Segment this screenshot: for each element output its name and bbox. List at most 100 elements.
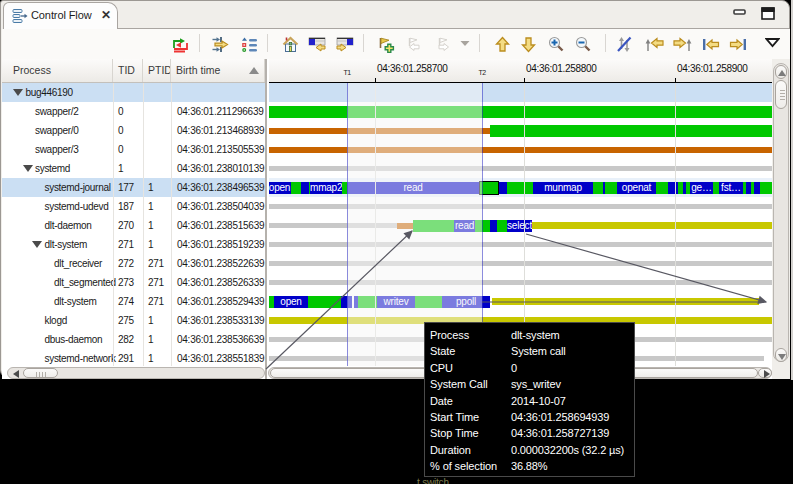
process-row-swapper/3[interactable]: swapper/3004:36:01.213505539 — [2, 140, 265, 159]
select-next-state-change-button[interactable] — [334, 33, 354, 55]
scroll-left-icon[interactable] — [13, 370, 19, 378]
state-segment-syscall-mmap2[interactable]: mmap2 — [310, 182, 342, 195]
timeline-row[interactable]: openwritevppoll — [269, 292, 772, 311]
state-segment-unknown[interactable] — [269, 166, 772, 171]
state-segment-usermode[interactable] — [291, 182, 301, 195]
timeline-row[interactable] — [269, 197, 772, 216]
time-ruler[interactable]: 04:36:01.25870004:36:01.25880004:36:01.2… — [269, 59, 772, 83]
expanded-triangle-icon[interactable] — [23, 165, 33, 172]
previous-marker-button[interactable] — [402, 33, 422, 55]
timeline-row[interactable] — [269, 273, 772, 292]
tree-hscroll-thumb[interactable] — [23, 368, 58, 378]
state-segment-usermode[interactable] — [490, 125, 772, 138]
column-header-process[interactable]: Process — [2, 59, 113, 82]
column-header-ptid[interactable]: PTID — [143, 59, 171, 82]
tab-control-flow[interactable]: Control Flow ✕ — [3, 2, 118, 29]
process-row-dlt_receiver[interactable]: dlt_receiver27227104:36:01.238522639 — [2, 254, 265, 273]
process-row-dbus-daemon[interactable]: dbus-daemon282104:36:01.238536639 — [2, 330, 265, 349]
process-row-swapper/2[interactable]: swapper/2004:36:01.211296639 — [2, 102, 265, 121]
timeline-row[interactable]: readselect — [269, 216, 772, 235]
add-bookmark-button[interactable] — [375, 33, 395, 55]
state-segment-wait_blocked[interactable] — [532, 222, 772, 229]
process-row-systemd[interactable]: systemd104:36:01.238010139 — [2, 159, 265, 178]
timeline-row[interactable] — [269, 159, 772, 178]
select-prev-state-change-button[interactable] — [306, 33, 326, 55]
chart-vscroll-thumb[interactable] — [775, 80, 787, 109]
state-segment-syscall-open[interactable]: open — [274, 296, 308, 309]
process-row-dlt_segmented[interactable]: dlt_segmented27327104:36:01.238526339 — [2, 273, 265, 292]
state-segment-syscall-open[interactable]: open — [269, 182, 291, 195]
timeline-row[interactable] — [269, 83, 772, 102]
move-down-button[interactable] — [518, 33, 538, 55]
follow-cpu-backward-button[interactable] — [643, 33, 663, 55]
timeline-row[interactable]: openmmap2readmunmapopenatge…fst… — [269, 178, 772, 197]
previous-event-button[interactable] — [699, 33, 719, 55]
scroll-up-icon[interactable] — [778, 70, 786, 76]
column-header-birth-time[interactable]: Birth time — [171, 59, 265, 82]
optimize-button[interactable] — [210, 33, 230, 55]
column-header-tid[interactable]: TID — [113, 59, 143, 82]
state-segment-syscall[interactable] — [668, 182, 678, 195]
next-marker-button[interactable] — [432, 33, 452, 55]
state-segment-usermode[interactable] — [507, 182, 533, 195]
state-segment-syscall[interactable] — [490, 220, 497, 233]
scroll-right-icon[interactable] — [764, 370, 770, 378]
state-segment-usermode[interactable] — [593, 182, 603, 195]
timeline-row[interactable] — [269, 254, 772, 273]
process-row-klogd[interactable]: klogd275104:36:01.238533139 — [2, 311, 265, 330]
zoom-in-button[interactable] — [546, 33, 566, 55]
state-segment-syscall[interactable] — [301, 182, 309, 195]
process-row-swapper/0[interactable]: swapper/0004:36:01.213468939 — [2, 121, 265, 140]
tab-close-icon[interactable]: ✕ — [99, 8, 113, 23]
state-segment-syscall-openat[interactable]: openat — [617, 182, 656, 195]
timeline-row[interactable] — [269, 235, 772, 254]
process-row-systemd-udevd[interactable]: systemd-udevd187104:36:01.238504039 — [2, 197, 265, 216]
tree-hscrollbar[interactable] — [7, 367, 265, 379]
scroll-down-button[interactable] — [775, 348, 787, 362]
follow-cpu-forward-button[interactable] — [671, 33, 691, 55]
process-row-dlt-system[interactable]: dlt-system27427104:36:01.238529439 — [2, 292, 265, 311]
state-segment-unknown[interactable] — [269, 204, 772, 209]
process-row-systemd-network[interactable]: systemd-network291104:36:01.238551839 — [2, 349, 265, 368]
process-row-systemd-journal[interactable]: systemd-journal177104:36:01.238496539 — [2, 178, 265, 197]
state-segment-usermode[interactable] — [269, 106, 772, 119]
zoom-out-button[interactable] — [573, 33, 593, 55]
state-segment-usermode[interactable] — [760, 182, 772, 195]
expanded-triangle-icon[interactable] — [13, 89, 23, 96]
state-segment-unknown[interactable] — [269, 261, 772, 266]
minimize-icon[interactable] — [731, 5, 749, 23]
state-segment-unknown[interactable] — [269, 280, 772, 285]
timeline-row[interactable] — [269, 140, 772, 159]
view-menu-button[interactable] — [763, 33, 783, 55]
state-segment-syscall[interactable] — [499, 182, 507, 195]
state-segment-usermode[interactable] — [605, 182, 617, 195]
expanded-triangle-icon[interactable] — [32, 241, 42, 248]
state-segment-wait_blocked[interactable] — [492, 298, 759, 305]
timeline-row[interactable] — [269, 121, 772, 140]
timeline-row[interactable] — [269, 102, 772, 121]
state-segment-syscall-ge[interactable]: ge… — [690, 182, 713, 195]
state-segment-syscall-select[interactable]: select — [507, 220, 532, 233]
chart-scroll-right-button[interactable] — [758, 368, 772, 378]
state-segment-usermode[interactable] — [656, 182, 668, 195]
next-event-button[interactable] — [727, 33, 747, 55]
state-segment-usermode[interactable] — [308, 296, 341, 309]
state-segment-syscall-munmap[interactable]: munmap — [533, 182, 593, 195]
process-row-dlt-system[interactable]: dlt-system271104:36:01.238519239 — [2, 235, 265, 254]
process-row-dlt-daemon[interactable]: dlt-daemon270104:36:01.238515639 — [2, 216, 265, 235]
show-view-filters-button[interactable] — [239, 33, 259, 55]
move-up-button[interactable] — [492, 33, 512, 55]
state-segment-syscall-fst[interactable]: fst… — [719, 182, 743, 195]
chart-vscrollbar[interactable] — [773, 63, 789, 362]
hide-arrows-button[interactable] — [614, 33, 634, 55]
state-segment-unknown[interactable] — [269, 242, 772, 247]
process-row-bug446190[interactable]: bug446190 — [2, 83, 265, 102]
scroll-down-icon[interactable] — [778, 354, 786, 360]
align-views-button[interactable] — [170, 33, 190, 55]
maximize-icon[interactable] — [759, 5, 777, 23]
scroll-up-button[interactable] — [775, 65, 787, 79]
marker-dropdown-button[interactable] — [457, 33, 477, 55]
state-segment-usermode[interactable] — [497, 220, 507, 233]
state-segment-wait_for_cpu[interactable] — [269, 147, 772, 153]
reset-time-scale-button[interactable] — [280, 33, 300, 55]
